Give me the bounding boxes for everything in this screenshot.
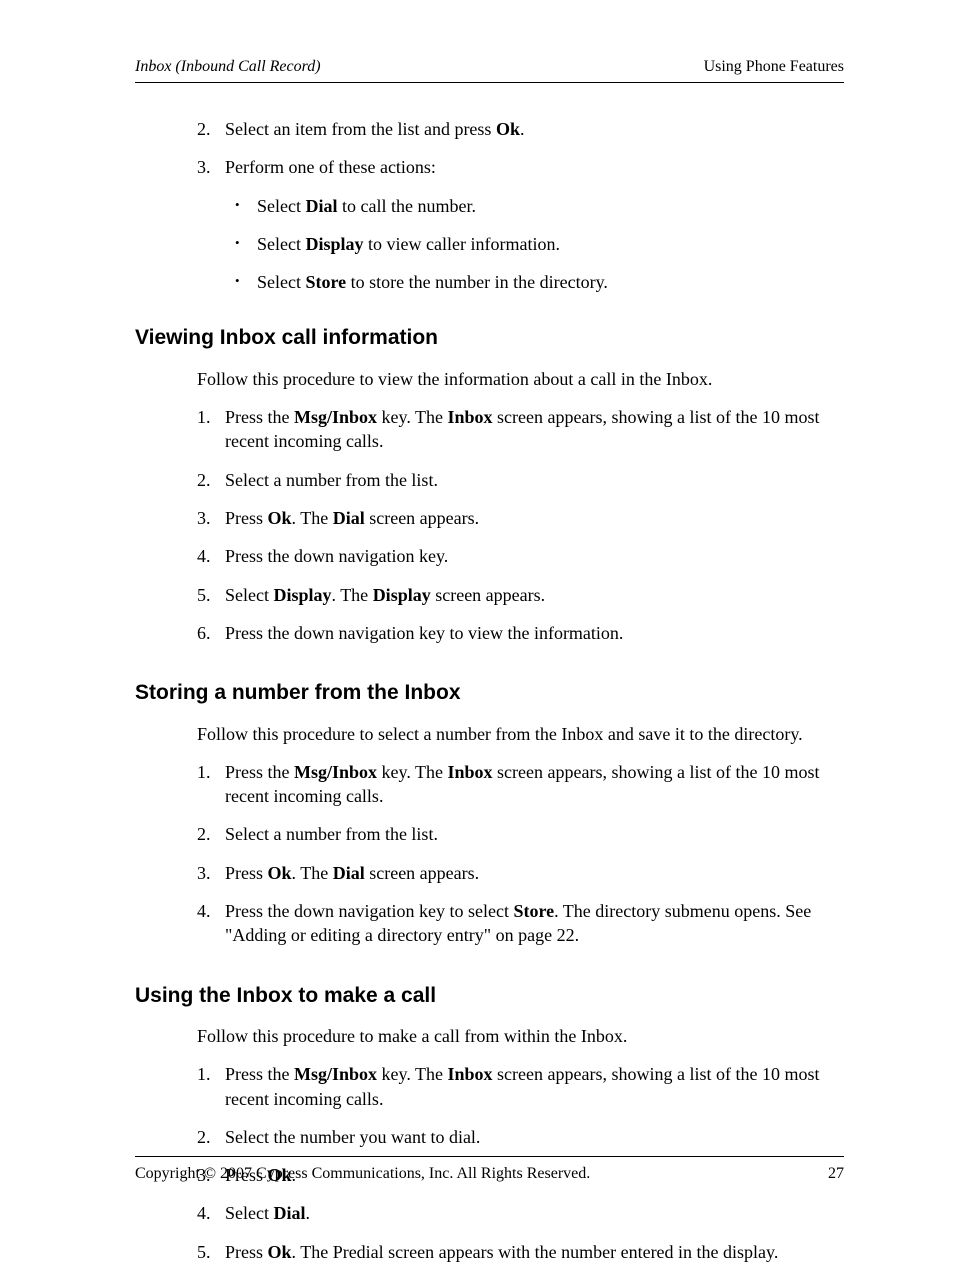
bullet-item: Select Dial to call the number. — [225, 194, 844, 218]
footer: Copyright © 2007 Cypress Communications,… — [135, 1156, 844, 1183]
copyright: Copyright © 2007 Cypress Communications,… — [135, 1165, 590, 1183]
step-item: Press Ok. The Dial screen appears. — [197, 506, 844, 530]
section-intro: Follow this procedure to make a call fro… — [197, 1024, 844, 1048]
section-steps: Press the Msg/Inbox key. The Inbox scree… — [197, 405, 844, 645]
step-item: Press the down navigation key. — [197, 544, 844, 568]
step-item: Select a number from the list. — [197, 822, 844, 846]
step-item: Select an item from the list and press O… — [197, 117, 844, 141]
header-left: Inbox (Inbound Call Record) — [135, 58, 321, 76]
bullet-item: Select Store to store the number in the … — [225, 270, 844, 294]
step-item: Press the Msg/Inbox key. The Inbox scree… — [197, 760, 844, 809]
step-item: Perform one of these actions: Select Dial… — [197, 155, 844, 294]
section-heading: Storing a number from the Inbox — [135, 679, 844, 707]
header-right: Using Phone Features — [704, 58, 844, 76]
sub-bullets: Select Dial to call the number. Select Di… — [225, 194, 844, 295]
section-heading: Viewing Inbox call information — [135, 324, 844, 352]
page-number: 27 — [828, 1165, 844, 1183]
bullet-item: Select Display to view caller informatio… — [225, 232, 844, 256]
step-item: Select Display. The Display screen appea… — [197, 583, 844, 607]
section-intro: Follow this procedure to select a number… — [197, 722, 844, 746]
step-item: Press Ok. The Predial screen appears wit… — [197, 1240, 844, 1264]
section-heading: Using the Inbox to make a call — [135, 982, 844, 1010]
section-steps: Press the Msg/Inbox key. The Inbox scree… — [197, 760, 844, 948]
step-text: Select an item from the list and press O… — [225, 119, 524, 139]
step-item: Press the down navigation key to select … — [197, 899, 844, 948]
page: Inbox (Inbound Call Record) Using Phone … — [0, 0, 954, 1235]
continued-steps: Select an item from the list and press O… — [197, 117, 844, 294]
content: Select an item from the list and press O… — [135, 117, 844, 1264]
step-item: Select the number you want to dial. — [197, 1125, 844, 1149]
running-header: Inbox (Inbound Call Record) Using Phone … — [135, 58, 844, 83]
step-item: Select Dial. — [197, 1201, 844, 1225]
step-item: Select a number from the list. — [197, 468, 844, 492]
step-item: Press the Msg/Inbox key. The Inbox scree… — [197, 1062, 844, 1111]
step-item: Press the Msg/Inbox key. The Inbox scree… — [197, 405, 844, 454]
step-item: Press Ok. The Dial screen appears. — [197, 861, 844, 885]
section-intro: Follow this procedure to view the inform… — [197, 367, 844, 391]
step-item: Press the down navigation key to view th… — [197, 621, 844, 645]
step-text: Perform one of these actions: — [225, 157, 436, 177]
